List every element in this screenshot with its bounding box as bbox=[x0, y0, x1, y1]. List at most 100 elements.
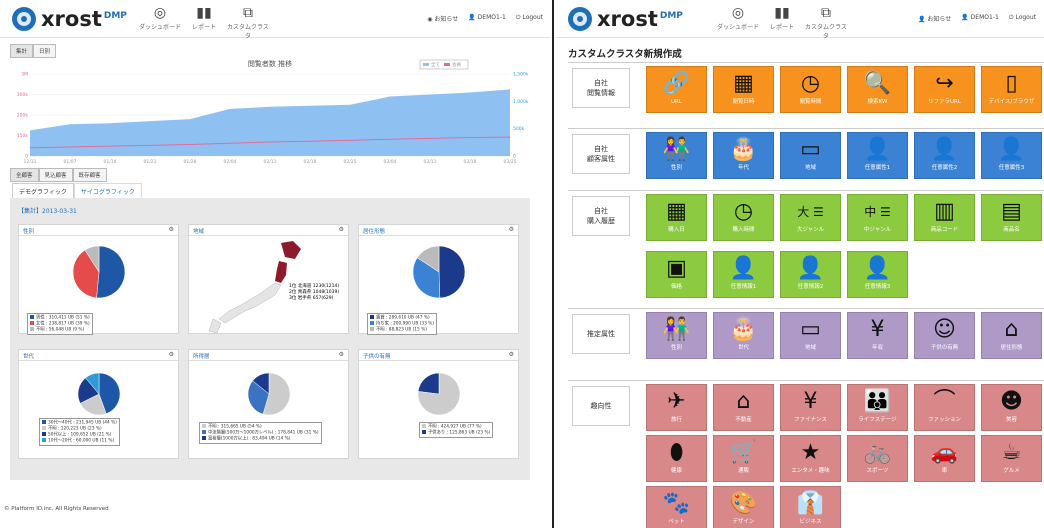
tile-hanger[interactable]: ⌒ ファッション bbox=[914, 384, 975, 431]
tile-label: 商品コード bbox=[930, 227, 959, 233]
tile-gender[interactable]: 👫 性別 bbox=[646, 312, 707, 359]
x-tick: 01/21 bbox=[144, 159, 157, 165]
tile-yen[interactable]: ¥ 年収 bbox=[847, 312, 908, 359]
tile-pill[interactable]: ⬮ 健康 bbox=[646, 435, 707, 482]
gear-icon[interactable]: ⚙ bbox=[169, 226, 174, 233]
logout-link[interactable]: ⏻ Logout bbox=[516, 14, 543, 23]
tab-existing[interactable]: 既存顧客 bbox=[72, 168, 107, 182]
add-user-icon: 👤 bbox=[930, 137, 959, 162]
group-divider bbox=[568, 190, 1044, 191]
tab-prospects[interactable]: 見込顧客 bbox=[38, 168, 73, 182]
tile-register[interactable]: ▣ 価格 bbox=[646, 251, 707, 298]
tile-child[interactable]: ☺ 子供の有無 bbox=[914, 312, 975, 359]
tile-device[interactable]: ▯ デバイス/ブラウザ bbox=[981, 66, 1042, 113]
tile-region[interactable]: ▭ 地域 bbox=[780, 312, 841, 359]
tile-gender[interactable]: 👫 性別 bbox=[646, 132, 707, 179]
nav-label: レポート bbox=[769, 24, 794, 31]
nav-label: カスタムクラスタ bbox=[805, 24, 847, 40]
tile-add-user[interactable]: 👤 任意属性3 bbox=[981, 132, 1042, 179]
nav-dashboard[interactable]: ◎ ダッシュボード bbox=[138, 5, 182, 40]
tile-large-genre[interactable]: 大 ☰ 大ジャンル bbox=[780, 194, 841, 241]
gear-icon[interactable]: ⚙ bbox=[339, 226, 344, 233]
product-name-icon: ▤ bbox=[1001, 199, 1022, 224]
tile-travel[interactable]: ✈ 旅行 bbox=[646, 384, 707, 431]
tile-bicycle[interactable]: 🚲 スポーツ bbox=[847, 435, 908, 482]
calendar-icon: ▦ bbox=[666, 199, 687, 224]
tile-gourmet[interactable]: ☕ グルメ bbox=[981, 435, 1042, 482]
tile-clock[interactable]: ◷ 閲覧時間 bbox=[780, 66, 841, 113]
profile-card: 所得層 ⚙ 不明 : 315,665 UB (54 %) 中流階層(500万〜1000… bbox=[188, 349, 349, 459]
gender-icon: 👫 bbox=[662, 137, 691, 162]
hanger-icon: ⌒ bbox=[933, 389, 956, 414]
legend-swatch bbox=[42, 432, 46, 436]
tile-beauty[interactable]: ☻ 美容 bbox=[981, 384, 1042, 431]
chart-legend: 全て 会員 bbox=[419, 59, 469, 70]
tile-yen[interactable]: ¥ ファイナンス bbox=[780, 384, 841, 431]
tile-cart[interactable]: 🛒 通販 bbox=[713, 435, 774, 482]
nav-report[interactable]: ▮▮ レポート bbox=[760, 5, 804, 40]
tab-all-customers[interactable]: 全顧客 bbox=[10, 168, 39, 182]
tile-add-user[interactable]: 👤 任意情報1 bbox=[713, 251, 774, 298]
tile-label: 年代 bbox=[737, 165, 749, 171]
tile-calendar[interactable]: ▦ 閲覧日時 bbox=[713, 66, 774, 113]
legend-swatch bbox=[30, 315, 34, 319]
tile-search-keyword[interactable]: 🔍 検索KW bbox=[847, 66, 908, 113]
gear-icon[interactable]: ⚙ bbox=[169, 351, 174, 358]
tile-label: 大ジャンル bbox=[796, 227, 825, 233]
tile-palette[interactable]: 🎨 デザイン bbox=[713, 486, 774, 528]
logo[interactable]: xrost DMP bbox=[12, 6, 127, 32]
tile-add-user[interactable]: 👤 任意属性1 bbox=[847, 132, 908, 179]
tab-demographic[interactable]: デモグラフィック bbox=[12, 183, 74, 199]
nav-cluster[interactable]: ⧉ カスタムクラスタ bbox=[226, 5, 270, 40]
tile-label: グルメ bbox=[1003, 468, 1020, 474]
tile-add-user[interactable]: 👤 任意情報3 bbox=[847, 251, 908, 298]
tile-add-user[interactable]: 👤 任意属性2 bbox=[914, 132, 975, 179]
profile-card: 世代 ⚙ 30代〜40代 : 231,945 UB (44 %) 不明 : 120,2… bbox=[18, 349, 179, 459]
tile-label: 検索KW bbox=[867, 99, 888, 105]
tile-real-estate[interactable]: ⌂ 不動産 bbox=[713, 384, 774, 431]
tile-car[interactable]: 🚗 車 bbox=[914, 435, 975, 482]
visitor-trend-chart: 閲覧者数 推移 全て 会員 3M 300k 200k 150k 0 1,500k 1,000… bbox=[17, 59, 529, 165]
logout-link[interactable]: ⏻ Logout bbox=[1009, 14, 1036, 23]
tile-family[interactable]: 👪 ライフステージ bbox=[847, 384, 908, 431]
tile-barcode[interactable]: ▥ 商品コード bbox=[914, 194, 975, 241]
tile-add-user[interactable]: 👤 任意情報2 bbox=[780, 251, 841, 298]
gear-icon[interactable]: ⚙ bbox=[339, 351, 344, 358]
logo[interactable]: xrost DMP bbox=[568, 6, 683, 32]
user-link[interactable]: 👤 DEMO1-1 bbox=[961, 14, 999, 23]
pie-legend: 男性 : 310,411 UB (51 %) 女性 : 238,817 UB (3… bbox=[27, 313, 93, 335]
nav-report[interactable]: ▮▮ レポート bbox=[182, 5, 226, 40]
user-link[interactable]: 👤 DEMO1-1 bbox=[468, 14, 506, 23]
tile-house[interactable]: ⌂ 居住形態 bbox=[981, 312, 1042, 359]
card-chart: 1位 北海道 1230(1214)2位 青森県 1048(1039)3位 岩手県… bbox=[208, 241, 339, 334]
tile-referrer[interactable]: ↪ リファラURL bbox=[914, 66, 975, 113]
tile-clock[interactable]: ◷ 購入時間 bbox=[713, 194, 774, 241]
profile-panel: 【集計】2013-03-31 性別 ⚙ 男性 : 310,411 UB (51 %)… bbox=[10, 198, 530, 480]
tile-business[interactable]: 👔 ビジネス bbox=[780, 486, 841, 528]
gear-icon[interactable]: ⚙ bbox=[509, 351, 514, 358]
tile-paw[interactable]: 🐾 ペット bbox=[646, 486, 707, 528]
tile-product-name[interactable]: ▤ 商品名 bbox=[981, 194, 1042, 241]
tile-age-cake[interactable]: 🎂 世代 bbox=[713, 312, 774, 359]
tile-star[interactable]: ★ エンタメ・趣味 bbox=[780, 435, 841, 482]
logout-label: Logout bbox=[522, 14, 543, 21]
legend-entry: 不明 : 88,823 UB (15 %) bbox=[370, 327, 434, 333]
notice-link[interactable]: 👤 お知らせ bbox=[918, 14, 951, 23]
tile-calendar[interactable]: ▦ 購入日 bbox=[646, 194, 707, 241]
add-user-icon: 👤 bbox=[863, 256, 892, 281]
nav-cluster[interactable]: ⧉ カスタムクラスタ bbox=[804, 5, 848, 40]
clock-icon: ◷ bbox=[733, 199, 754, 224]
tile-url[interactable]: 🔗 URL bbox=[646, 66, 707, 113]
tile-region[interactable]: ▭ 地域 bbox=[780, 132, 841, 179]
tab-psychographic[interactable]: サイコグラフィック bbox=[73, 183, 142, 199]
tile-age-cake[interactable]: 🎂 年代 bbox=[713, 132, 774, 179]
register-icon: ▣ bbox=[666, 256, 687, 281]
category-label: 推定属性 bbox=[572, 314, 630, 354]
cluster-icon: ⧉ bbox=[243, 5, 253, 21]
tile-middle-genre[interactable]: 中 ☰ 中ジャンル bbox=[847, 194, 908, 241]
category-label: 自社 顧客属性 bbox=[572, 134, 630, 174]
gear-icon[interactable]: ⚙ bbox=[509, 226, 514, 233]
notice-link[interactable]: ◉ お知らせ bbox=[427, 14, 458, 23]
nav-dashboard[interactable]: ◎ ダッシュボード bbox=[716, 5, 760, 40]
tile-label: 購入日 bbox=[668, 227, 685, 233]
